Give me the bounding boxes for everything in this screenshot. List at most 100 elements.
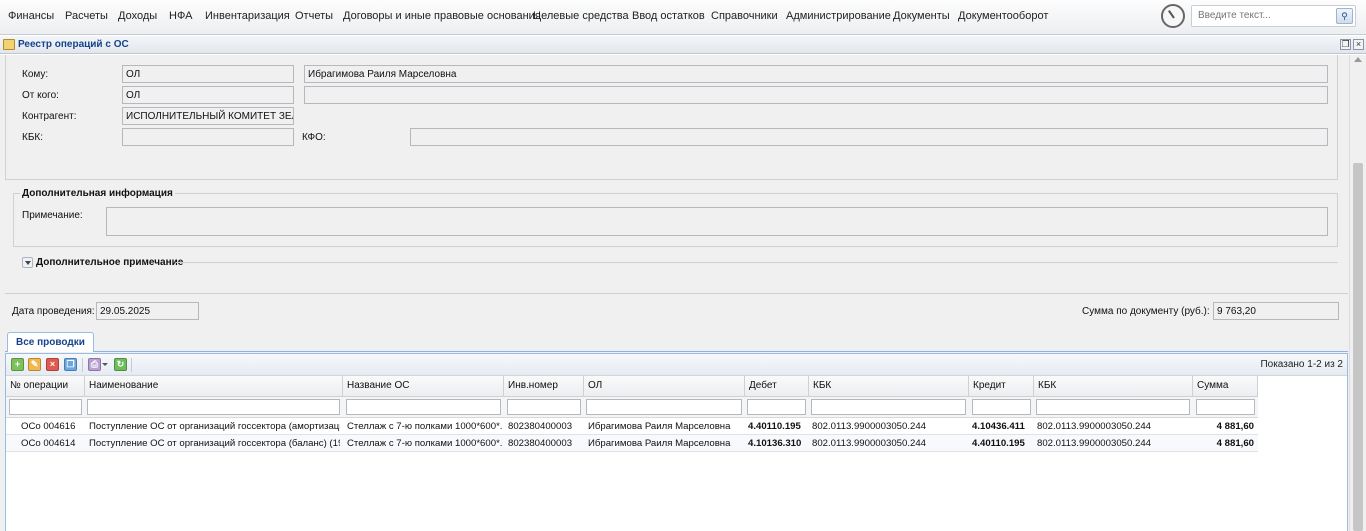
menu-administration[interactable]: Администрирование (786, 10, 891, 22)
print-icon[interactable]: ⎙ (88, 358, 101, 371)
cell-asset-name: Стеллаж с 7-ю полками 1000*600*... (347, 438, 502, 449)
filter-asset-name[interactable] (346, 399, 501, 415)
kbk-field[interactable] (122, 128, 294, 146)
sum-field: 9 763,20 (1213, 302, 1339, 320)
filter-credit-kbk[interactable] (1036, 399, 1190, 415)
cell-responsible-person: Ибрагимова Раиля Марселовна (588, 438, 731, 449)
table-row[interactable]: ОСо 004616 Поступление ОС от организаций… (6, 418, 1258, 435)
column-debit[interactable]: Дебет (745, 376, 809, 397)
divider (5, 293, 1348, 294)
filter-credit[interactable] (972, 399, 1031, 415)
records-count: Показано 1-2 из 2 (1260, 359, 1343, 370)
divider (176, 262, 1338, 263)
column-asset-name[interactable]: Название ОС (343, 376, 504, 397)
cell-inventory-number: 802380400003 (508, 421, 573, 432)
search-box: ⚲ (1191, 5, 1356, 27)
menu-income[interactable]: Доходы (118, 10, 157, 22)
note-label: Примечание: (22, 210, 83, 221)
contractor-label: Контрагент: (22, 111, 77, 122)
cell-credit: 4.10436.411 (972, 421, 1025, 432)
filter-operation-number[interactable] (9, 399, 82, 415)
cell-sum: 4 881,60 (1216, 438, 1254, 449)
close-icon[interactable]: × (1353, 39, 1364, 50)
delete-icon[interactable]: × (46, 358, 59, 371)
from-name-field[interactable] (304, 86, 1328, 104)
scroll-up-icon[interactable] (1354, 57, 1362, 62)
add-icon[interactable]: + (11, 358, 24, 371)
edit-icon[interactable]: ✎ (28, 358, 41, 371)
filter-debit[interactable] (747, 399, 806, 415)
entries-grid: + ✎ × ❐ ⎙ ↻ Показано 1-2 из 2 № операции… (5, 353, 1348, 531)
kbk-label: КБК: (22, 132, 43, 143)
column-debit-kbk[interactable]: КБК (809, 376, 969, 397)
cell-credit: 4.40110.195 (972, 438, 1025, 449)
filter-name[interactable] (87, 399, 340, 415)
search-icon[interactable]: ⚲ (1336, 8, 1353, 24)
date-label: Дата проведения: (12, 306, 95, 317)
top-menu-bar: Финансы Расчеты Доходы НФА Инвентаризаци… (0, 0, 1366, 35)
extra-note-label[interactable]: Дополнительное примечание (34, 257, 186, 268)
sum-label: Сумма по документу (руб.): (1082, 306, 1210, 317)
column-sum[interactable]: Сумма (1193, 376, 1258, 397)
toolbar-separator (82, 358, 83, 372)
copy-icon[interactable]: ❐ (64, 358, 77, 371)
clock-icon[interactable] (1161, 4, 1185, 28)
tab-strip: Все проводки (5, 331, 1348, 352)
cell-debit: 4.10136.310 (748, 438, 802, 449)
column-credit[interactable]: Кредит (969, 376, 1034, 397)
note-field[interactable] (106, 207, 1328, 236)
menu-document-flow[interactable]: Документооборот (958, 10, 1048, 22)
chevron-down-icon[interactable] (102, 363, 108, 366)
menu-settlements[interactable]: Расчеты (65, 10, 108, 22)
column-inventory-number[interactable]: Инв.номер (504, 376, 584, 397)
search-input[interactable] (1198, 10, 1328, 21)
cell-debit-kbk: 802.0113.9900003050.244 (812, 438, 926, 449)
refresh-icon[interactable]: ↻ (114, 358, 127, 371)
cell-name: Поступление ОС от организаций госсектора… (89, 421, 340, 432)
kfo-field[interactable] (410, 128, 1328, 146)
vertical-scrollbar[interactable] (1349, 55, 1366, 531)
cell-debit: 4.40110.195 (748, 421, 801, 432)
contractor-field[interactable]: ИСПОЛНИТЕЛЬНЫЙ КОМИТЕТ ЗЕЛЕН (122, 107, 294, 125)
filter-responsible-person[interactable] (586, 399, 742, 415)
menu-target-funds[interactable]: Целевые средства (533, 10, 629, 22)
menu-reports[interactable]: Отчеты (295, 10, 333, 22)
window-title-bar: Реестр операций с ОС ❐ × (0, 36, 1366, 54)
from-code-field[interactable]: ОЛ (122, 86, 294, 104)
to-name-field[interactable]: Ибрагимова Раиля Марселовна (304, 65, 1328, 83)
cell-debit-kbk: 802.0113.9900003050.244 (812, 421, 926, 432)
extra-info-legend: Дополнительная информация (20, 188, 175, 199)
column-operation-number[interactable]: № операции (6, 376, 85, 397)
scroll-thumb[interactable] (1353, 163, 1363, 531)
toolbar-separator (131, 358, 132, 372)
menu-finance[interactable]: Финансы (8, 10, 54, 22)
menu-documents[interactable]: Документы (893, 10, 950, 22)
column-responsible-person[interactable]: ОЛ (584, 376, 745, 397)
filter-sum[interactable] (1196, 399, 1255, 415)
cell-credit-kbk: 802.0113.9900003050.244 (1037, 421, 1151, 432)
grid-toolbar: + ✎ × ❐ ⎙ ↻ Показано 1-2 из 2 (6, 354, 1347, 376)
menu-directories[interactable]: Справочники (711, 10, 778, 22)
cell-inventory-number: 802380400003 (508, 438, 573, 449)
to-code-field[interactable]: ОЛ (122, 65, 294, 83)
document-icon (3, 39, 15, 50)
filter-inventory-number[interactable] (507, 399, 581, 415)
date-field[interactable]: 29.05.2025 (96, 302, 199, 320)
menu-inventory[interactable]: Инвентаризация (205, 10, 290, 22)
expand-toggle-icon[interactable] (22, 257, 33, 268)
column-name[interactable]: Наименование (85, 376, 343, 397)
menu-nfa[interactable]: НФА (169, 10, 192, 22)
from-label: От кого: (22, 90, 59, 101)
table-row[interactable]: ОСо 004614 Поступление ОС от организаций… (6, 435, 1258, 452)
cell-name: Поступление ОС от организаций госсектора… (89, 438, 340, 449)
filter-debit-kbk[interactable] (811, 399, 966, 415)
restore-icon[interactable]: ❐ (1340, 39, 1351, 50)
column-credit-kbk[interactable]: КБК (1034, 376, 1193, 397)
tab-all-entries[interactable]: Все проводки (7, 332, 94, 352)
menu-contracts[interactable]: Договоры и иные правовые основания (343, 10, 541, 22)
cell-responsible-person: Ибрагимова Раиля Марселовна (588, 421, 731, 432)
cell-sum: 4 881,60 (1216, 421, 1254, 432)
menu-balances-input[interactable]: Ввод остатков (632, 10, 705, 22)
cell-operation-number: ОСо 004616 (21, 421, 76, 432)
kfo-label: КФО: (302, 132, 326, 143)
